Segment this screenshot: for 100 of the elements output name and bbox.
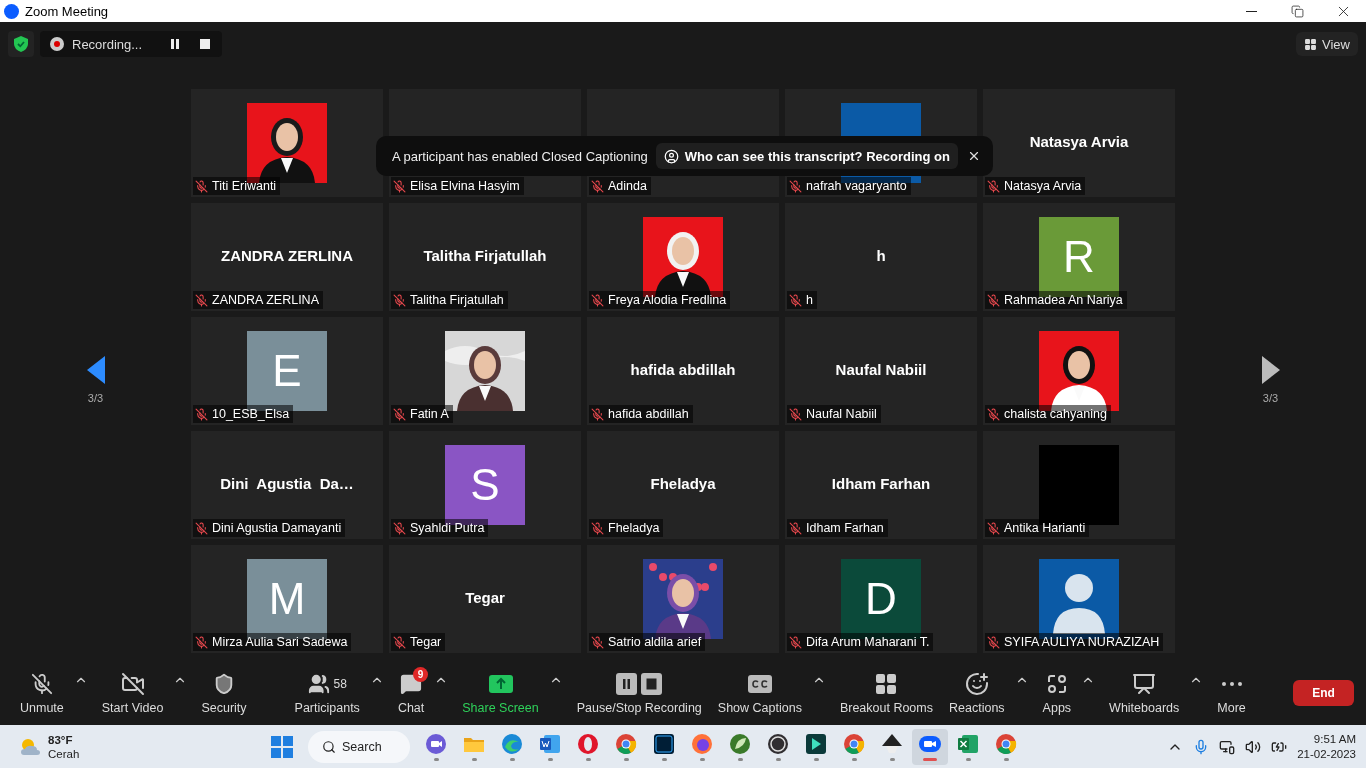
recording-status: Recording... bbox=[72, 36, 143, 52]
browser-icon bbox=[615, 732, 637, 755]
previous-page-button[interactable] bbox=[86, 356, 105, 384]
record-icon bbox=[50, 37, 64, 51]
toolbar-button[interactable]: Unmute bbox=[14, 670, 70, 715]
participant-name: ZANDRA ZERLINA bbox=[212, 293, 319, 307]
toolbar-button[interactable]: Pause/Stop Recording bbox=[570, 670, 708, 715]
shield-icon bbox=[213, 672, 235, 695]
participant-display-name: Talitha Firjatullah bbox=[423, 247, 547, 266]
toolbar-button[interactable]: Start Video bbox=[95, 670, 170, 715]
smiley-icon bbox=[964, 671, 989, 696]
search-icon bbox=[322, 739, 336, 754]
toolbar-button[interactable]: Show Captions bbox=[711, 670, 808, 715]
participant-display-name: Dini Agustia Da… bbox=[220, 475, 354, 494]
page-indicator: 3/3 bbox=[87, 392, 104, 404]
participant-name: chalista cahyaning bbox=[1004, 407, 1107, 421]
participant-name: Elisa Elvina Hasyim bbox=[410, 179, 520, 193]
participant-name: h bbox=[806, 293, 813, 307]
video-editor-icon bbox=[805, 732, 827, 755]
app-logo bbox=[4, 3, 19, 19]
windows-logo bbox=[271, 735, 293, 758]
participant-count: 58 bbox=[333, 676, 347, 691]
end-button[interactable]: End bbox=[1293, 679, 1354, 706]
close-icon bbox=[967, 149, 981, 163]
grid-icon bbox=[1304, 37, 1318, 51]
security-shield-icon[interactable] bbox=[8, 31, 34, 57]
window-title: Zoom Meeting bbox=[25, 3, 110, 19]
weather-condition: Cerah bbox=[48, 746, 80, 761]
page-indicator: 3/3 bbox=[1262, 392, 1279, 404]
toolbar-button[interactable]: More bbox=[1211, 670, 1252, 715]
whiteboard-icon bbox=[1132, 671, 1157, 696]
clock-date: 21-02-2023 bbox=[1297, 746, 1356, 762]
clock-time: 9:51 AM bbox=[1313, 731, 1356, 747]
volume-icon[interactable] bbox=[1245, 738, 1262, 755]
toolbar-button[interactable]: Security bbox=[195, 670, 253, 715]
participant-display-name: h bbox=[876, 247, 886, 266]
participant-name: Naufal Nabiil bbox=[806, 407, 877, 421]
search-button[interactable]: Search bbox=[308, 730, 410, 763]
participant-name: Freya Alodia Fredlina bbox=[608, 293, 727, 307]
participant-name: Fatin A bbox=[410, 407, 449, 421]
participant-display-name: Tegar bbox=[465, 589, 505, 608]
mic-muted-icon bbox=[30, 672, 53, 695]
ring-icon bbox=[577, 732, 599, 755]
participant-name: Titi Eriwanti bbox=[212, 179, 277, 193]
pause-stop-icon bbox=[616, 672, 663, 695]
participant-name: SYIFA AULIYA NURAZIZAH bbox=[1004, 635, 1160, 649]
toolbar-button[interactable]: Reactions bbox=[943, 670, 1011, 715]
chat-icon bbox=[400, 672, 423, 695]
next-page-button[interactable] bbox=[1261, 356, 1280, 384]
participant-display-name: Idham Farhan bbox=[831, 475, 931, 494]
toolbar-button[interactable]: Share Screen bbox=[456, 670, 545, 715]
browser-icon bbox=[691, 732, 713, 755]
person-icon bbox=[663, 148, 679, 164]
spreadsheet-icon bbox=[957, 732, 979, 755]
participant-display-name: hafida abdillah bbox=[630, 361, 736, 380]
apps-icon bbox=[1046, 673, 1067, 694]
participant-name: Idham Farhan bbox=[806, 521, 884, 535]
more-icon bbox=[1221, 681, 1242, 686]
participant-name: Adinda bbox=[608, 179, 647, 193]
view-button[interactable]: View bbox=[1296, 32, 1358, 56]
toolbar-button[interactable]: Whiteboards bbox=[1103, 670, 1186, 715]
browser-icon bbox=[501, 732, 523, 755]
toolbar-button[interactable]: Apps bbox=[1036, 670, 1078, 715]
share-screen-icon bbox=[488, 674, 513, 693]
grid-icon bbox=[874, 671, 899, 696]
toolbar-button[interactable]: 58 Participants bbox=[288, 670, 366, 715]
leaf-icon bbox=[729, 732, 751, 755]
transcript-info-button[interactable]: Who can see this transcript? Recording on bbox=[655, 143, 958, 169]
network-icon[interactable] bbox=[1219, 738, 1236, 755]
recorder-icon bbox=[767, 732, 789, 755]
stop-icon bbox=[200, 39, 211, 49]
close-button[interactable] bbox=[967, 149, 981, 163]
pause-icon bbox=[170, 39, 181, 49]
minimize-icon bbox=[1245, 10, 1257, 12]
document-icon bbox=[539, 732, 561, 755]
participant-name: Natasya Arvia bbox=[1004, 179, 1082, 193]
participant-name: Dini Agustia Damayanti bbox=[212, 521, 342, 535]
participant-name: Tegar bbox=[410, 635, 442, 649]
unread-badge: 9 bbox=[413, 666, 429, 682]
restore-icon bbox=[1290, 4, 1304, 18]
participant-name: Talitha Firjatullah bbox=[410, 293, 504, 307]
browser-icon bbox=[843, 732, 865, 755]
temperature: 83°F bbox=[48, 732, 74, 747]
participant-display-name: ZANDRA ZERLINA bbox=[221, 247, 353, 266]
participant-display-name: Fheladya bbox=[650, 475, 716, 494]
captions-icon bbox=[747, 674, 772, 693]
participant-name: Satrio aldila arief bbox=[608, 635, 702, 649]
video-call-icon bbox=[425, 732, 447, 755]
video-off-icon bbox=[120, 671, 145, 696]
toolbar-button[interactable]: Breakout Rooms bbox=[833, 670, 939, 715]
participant-name: Fheladya bbox=[608, 521, 660, 535]
participant-display-name: Naufal Nabiil bbox=[835, 361, 927, 380]
participant-name: nafrah vagaryanto bbox=[806, 179, 907, 193]
browser-icon bbox=[995, 732, 1017, 755]
participant-display-name: Natasya Arvia bbox=[1029, 133, 1129, 152]
participant-name: hafida abdillah bbox=[608, 407, 689, 421]
participant-name: Antika Harianti bbox=[1004, 521, 1086, 535]
weather-icon bbox=[18, 736, 42, 757]
people-icon bbox=[307, 672, 330, 695]
notification-message: A participant has enabled Closed Captioning bbox=[392, 148, 648, 164]
